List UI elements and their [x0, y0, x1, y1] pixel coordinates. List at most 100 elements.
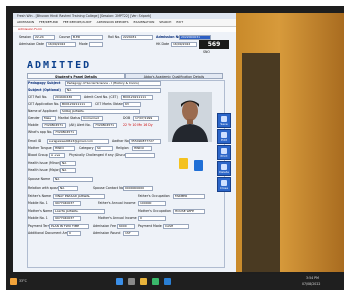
- applicant-name-field[interactable]: SURAJ JAISWAL: [60, 109, 140, 114]
- save-button-label: Save: [220, 122, 228, 126]
- mother-income-field[interactable]: 0: [138, 216, 166, 221]
- additional-docs-field[interactable]: 0: [67, 231, 81, 236]
- mother-name-field[interactable]: LALITA JAISWAL: [53, 209, 105, 214]
- marital-label: Marital Status: [58, 116, 81, 120]
- course-select[interactable]: B.ED: [71, 35, 103, 40]
- mother-tongue-select[interactable]: HINDI: [53, 146, 75, 151]
- file-explorer-icon[interactable]: [140, 278, 147, 285]
- menu-item-fee-refund[interactable]: FEE/REFUND: [39, 20, 58, 24]
- mother-occupation-select[interactable]: HOUSE WIFE: [173, 209, 205, 214]
- mobile-field[interactable]: 7320804571: [42, 123, 66, 128]
- menu-item-search[interactable]: SEARCH: [159, 20, 171, 24]
- health-major-field[interactable]: NA: [60, 168, 76, 173]
- health-minor-field[interactable]: NA: [60, 161, 76, 166]
- delete-button[interactable]: Delete: [217, 161, 231, 176]
- hk-date-field[interactable]: 16/09/2022: [171, 42, 197, 47]
- health-minor-label: Health Issue (Minor): [28, 161, 61, 165]
- spouse-name-label: Spouse Name: [28, 177, 51, 181]
- blood-group-select[interactable]: A +ve: [49, 153, 65, 158]
- father-occupation-select[interactable]: FARMER: [173, 194, 205, 199]
- relation-spouse-label: Relation with spouse: [28, 186, 62, 190]
- folder-icon[interactable]: [179, 158, 188, 169]
- father-mobile-field[interactable]: 9977040037: [53, 201, 81, 206]
- spouse-name-field[interactable]: NA: [53, 177, 93, 182]
- cet-roll-label: CET Roll No.: [28, 95, 48, 99]
- admission-date-field[interactable]: 16/09/2022: [46, 42, 76, 47]
- print-button[interactable]: Print: [217, 145, 231, 160]
- session-select[interactable]: 22-24: [33, 35, 55, 40]
- wallpaper-pillar: [242, 53, 280, 272]
- payment-mode-select[interactable]: CASH: [163, 224, 189, 229]
- edit-button[interactable]: Edit: [217, 129, 231, 144]
- payment-term-select[interactable]: PLAN IN TWO TIME: [49, 224, 89, 229]
- pedagogy-select[interactable]: Pedagogy of Social Science - I (History …: [65, 81, 161, 86]
- tab-academic-qualification[interactable]: Abba's Academic Qualification Details: [125, 73, 223, 79]
- category-select[interactable]: SC: [95, 146, 113, 151]
- mode-field[interactable]: [89, 42, 103, 47]
- additional-docs-label: Additional Document Amt.: [28, 231, 71, 235]
- father-name-field[interactable]: VINAY PRASAD JAISWAL: [53, 194, 105, 199]
- subject-optional-select[interactable]: NA: [65, 88, 161, 93]
- subject-optional-label: Subject (Optional): [28, 88, 61, 92]
- payment-mode-label: Payment Mode: [138, 224, 162, 228]
- marital-select[interactable]: Unmarried: [81, 116, 103, 121]
- close-button[interactable]: Close: [217, 177, 231, 192]
- cet-marks-field[interactable]: 63: [123, 102, 141, 107]
- monitor-screen: Fresh Win - [Bhuvan Hindi Rashmi Trainin…: [6, 6, 344, 290]
- aadhar-field[interactable]: 355490877727: [129, 139, 161, 144]
- admission-round-field[interactable]: 1ST: [123, 231, 139, 236]
- mother-tongue-label: Mother Tongue: [28, 146, 52, 150]
- physically-challenged-field[interactable]: [125, 153, 155, 158]
- app-icon[interactable]: [164, 278, 171, 285]
- father-income-field[interactable]: 100000: [138, 201, 166, 206]
- roll-field[interactable]: 2224031: [121, 35, 153, 40]
- cet-roll-field[interactable]: 204400436: [53, 95, 81, 100]
- religion-label: Religion: [116, 146, 129, 150]
- menu-item-exit[interactable]: EXIT: [176, 20, 183, 24]
- search-icon[interactable]: [128, 278, 135, 285]
- close-button-label: Close: [219, 186, 229, 190]
- father-name-label: Father's Name: [28, 194, 51, 198]
- mother-mobile-field[interactable]: 9977040037: [53, 216, 81, 221]
- cet-app-field[interactable]: B00120211111: [60, 102, 92, 107]
- email-label: Email ID: [28, 139, 42, 143]
- alt-mobile-field[interactable]: 7320804571: [93, 123, 117, 128]
- save-button[interactable]: Save: [217, 113, 231, 128]
- chrome-icon[interactable]: [152, 278, 159, 285]
- clock-time: 3:54 PM: [306, 276, 319, 280]
- admission-fee-field[interactable]: 6000: [117, 224, 135, 229]
- aadhar-label: Aadhar No.: [112, 139, 130, 143]
- document-icon[interactable]: [194, 160, 203, 171]
- relation-spouse-field[interactable]: NA: [58, 186, 78, 191]
- mother-mobile-label: Mobile No. 1: [28, 216, 48, 220]
- sno-label: SNO: [203, 50, 210, 54]
- menu-item-fee-report[interactable]: FEE REPORT/AUDIT: [63, 20, 92, 24]
- admit-card-label: Admit Card No. (CET): [84, 95, 118, 99]
- admit-card-field[interactable]: B00120211111: [121, 95, 153, 100]
- menu-item-admission[interactable]: ADMISSION: [17, 20, 34, 24]
- start-icon[interactable]: [116, 278, 123, 285]
- mode-label: Mode: [79, 42, 88, 46]
- payment-term-label: Payment Term: [28, 224, 51, 228]
- gender-select[interactable]: Male: [42, 116, 56, 121]
- cet-app-label: CET Application No.: [28, 102, 60, 106]
- delete-button-label: Delete: [219, 170, 229, 174]
- whatsapp-field[interactable]: 7320804571: [53, 130, 77, 135]
- cet-marks-label: CET Marks Obtain: [95, 102, 124, 106]
- menu-item-admission-reports[interactable]: ADMISSION REPORTS: [97, 20, 129, 24]
- edit-button-label: Edit: [221, 138, 227, 142]
- spouse-contact-field[interactable]: 0000000000: [123, 186, 153, 191]
- clock-date: 07/08/2022: [302, 282, 321, 286]
- mother-income-label: Mother's Annual Income: [98, 216, 137, 220]
- father-income-label: Father's Annual Income: [98, 201, 136, 205]
- menu-item-examination[interactable]: EXAMINATION: [133, 20, 154, 24]
- email-field[interactable]: surajjaiswal0613@gmail.com: [47, 139, 109, 144]
- tab-student-panel[interactable]: Student's Panel Details: [27, 73, 125, 79]
- student-photo: [168, 92, 212, 142]
- physically-challenged-label: Physically Challenged if any (Discuss): [69, 153, 130, 157]
- dob-field[interactable]: 17/07/1999: [133, 116, 159, 121]
- weather-icon: [10, 278, 17, 285]
- student-photo-image: [168, 92, 212, 142]
- religion-select[interactable]: HINDU: [132, 146, 152, 151]
- admission-status: ADMITTED: [27, 60, 92, 71]
